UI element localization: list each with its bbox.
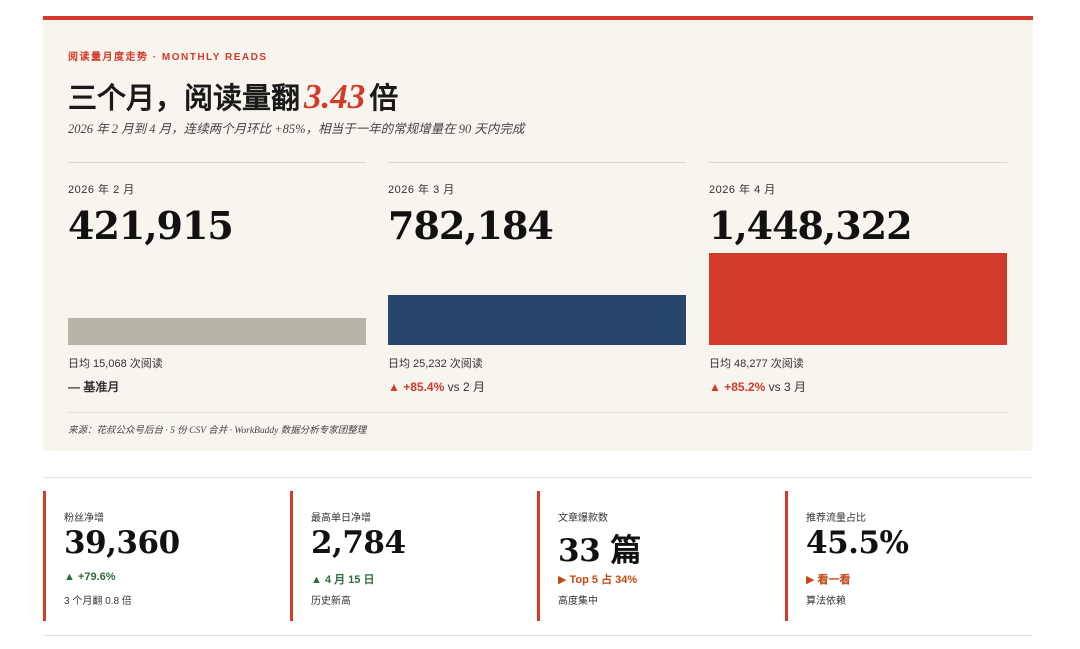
change-text: vs 3 月 [768, 380, 806, 394]
up-arrow-icon: ▲ [388, 380, 400, 394]
kpi-card-recommend-share: 推荐流量占比 45.5% ▶ 看一看 算法依赖 [785, 491, 1015, 621]
kpi-value: 2,784 [311, 525, 406, 561]
bar-area [68, 318, 366, 345]
kpi-card-follower-growth: 粉丝净增 39,360 ▲ +79.6% 3 个月翻 0.8 倍 [43, 491, 273, 621]
kpi-label: 最高单日净增 [311, 513, 371, 524]
page-title: 三个月，阅读量翻 3.43 倍 [68, 75, 398, 117]
change-percent: +85.4% [403, 380, 445, 394]
kpi-value: 33 篇 [558, 533, 641, 569]
reads-value: 421,915 [68, 203, 234, 248]
kpi-label: 文章爆款数 [558, 513, 608, 524]
source-note: 来源：花叔公众号后台 · 5 份 CSV 合并 · WorkBuddy 数据分析… [68, 426, 367, 436]
kpi-delta: ▲ +79.6% [64, 571, 116, 583]
bar-mar [388, 295, 686, 345]
daily-average: 日均 48,277 次阅读 [709, 358, 804, 370]
change-indicator: — 基准月 [68, 378, 119, 395]
reads-value: 1,448,322 [709, 203, 913, 248]
divider [68, 412, 1008, 413]
headline-multiplier: 3.43 [304, 77, 366, 116]
change-indicator: ▲ +85.2% vs 3 月 [709, 378, 806, 395]
section-kicker: 阅读量月度走势 · MONTHLY READS [68, 52, 268, 63]
month-label: 2026 年 2 月 [68, 184, 135, 196]
change-text: vs 2 月 [447, 380, 485, 394]
month-column-apr: 2026 年 4 月 1,448,322 日均 48,277 次阅读 ▲ +85… [709, 162, 1007, 397]
up-arrow-icon: ▲ [709, 380, 721, 394]
headline-suffix: 倍 [369, 81, 399, 115]
month-label: 2026 年 4 月 [709, 184, 776, 196]
divider [43, 477, 1033, 478]
bar-apr [709, 253, 1007, 345]
kpi-note: 算法依赖 [806, 596, 846, 607]
daily-average: 日均 15,068 次阅读 [68, 358, 163, 370]
bar-area [388, 295, 686, 345]
daily-average: 日均 25,232 次阅读 [388, 358, 483, 370]
change-percent: +85.2% [724, 380, 766, 394]
kpi-delta: ▶ 看一看 [806, 574, 851, 586]
kpi-card-peak-daily: 最高单日净增 2,784 ▲ 4 月 15 日 历史新高 [290, 491, 520, 621]
subtitle: 2026 年 2 月到 4 月，连续两个月环比 +85%，相当于一年的常规增量在… [68, 122, 525, 136]
month-column-feb: 2026 年 2 月 421,915 日均 15,068 次阅读 — 基准月 [68, 162, 366, 397]
kpi-card-viral-articles: 文章爆款数 33 篇 ▶ Top 5 占 34% 高度集中 [537, 491, 767, 621]
kpi-delta: ▲ 4 月 15 日 [311, 574, 375, 586]
kpi-note: 高度集中 [558, 596, 598, 607]
kpi-note: 3 个月翻 0.8 倍 [64, 596, 132, 607]
bar-feb [68, 318, 366, 345]
month-column-mar: 2026 年 3 月 782,184 日均 25,232 次阅读 ▲ +85.4… [388, 162, 686, 397]
reads-value: 782,184 [388, 203, 554, 248]
change-indicator: ▲ +85.4% vs 2 月 [388, 378, 485, 395]
kpi-value: 45.5% [806, 525, 909, 561]
headline-prefix: 三个月，阅读量翻 [68, 81, 301, 115]
kpi-delta: ▶ Top 5 占 34% [558, 574, 638, 586]
bar-area [709, 253, 1007, 345]
kpi-note: 历史新高 [311, 596, 351, 607]
kpi-value: 39,360 [64, 525, 180, 561]
divider [43, 635, 1033, 636]
change-text: — 基准月 [68, 380, 120, 394]
kpi-label: 粉丝净增 [64, 513, 104, 524]
kpi-label: 推荐流量占比 [806, 513, 866, 524]
monthly-reads-panel: 阅读量月度走势 · MONTHLY READS 三个月，阅读量翻 3.43 倍 20… [43, 16, 1033, 451]
month-label: 2026 年 3 月 [388, 184, 455, 196]
